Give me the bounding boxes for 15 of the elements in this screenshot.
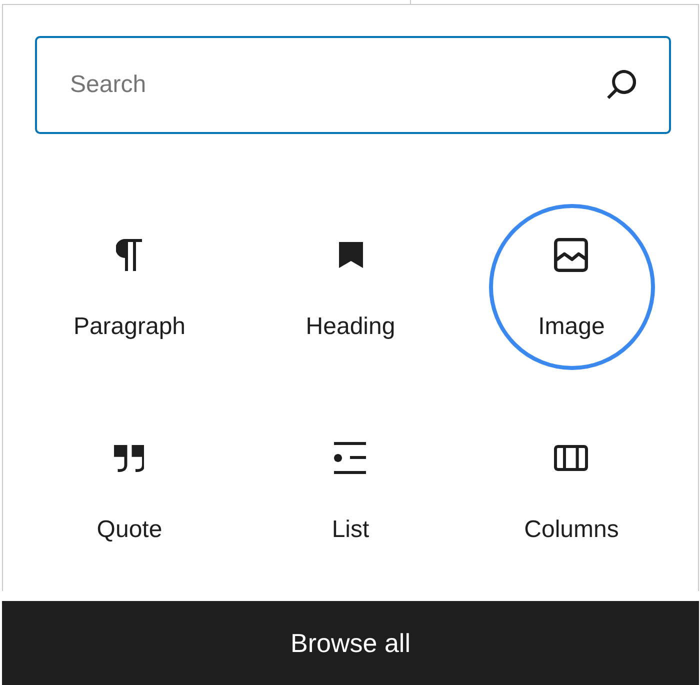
block-button[interactable]: Image (538, 231, 605, 342)
pilcrow-icon (116, 239, 142, 271)
block-button[interactable]: List (332, 434, 370, 545)
bookmark-icon (338, 242, 362, 268)
block-button[interactable]: Columns (524, 434, 619, 545)
image-icon (554, 238, 588, 272)
block-button[interactable]: Quote (96, 434, 162, 545)
columns-icon (554, 445, 588, 471)
search-field[interactable]: Search (35, 36, 671, 134)
search-icon (607, 70, 636, 99)
browse-all-button[interactable]: Browse all (2, 601, 699, 685)
list-icon (334, 442, 366, 474)
quote-icon (114, 444, 144, 472)
block-button[interactable]: Heading (306, 231, 396, 342)
block-button[interactable]: Paragraph (73, 231, 186, 342)
